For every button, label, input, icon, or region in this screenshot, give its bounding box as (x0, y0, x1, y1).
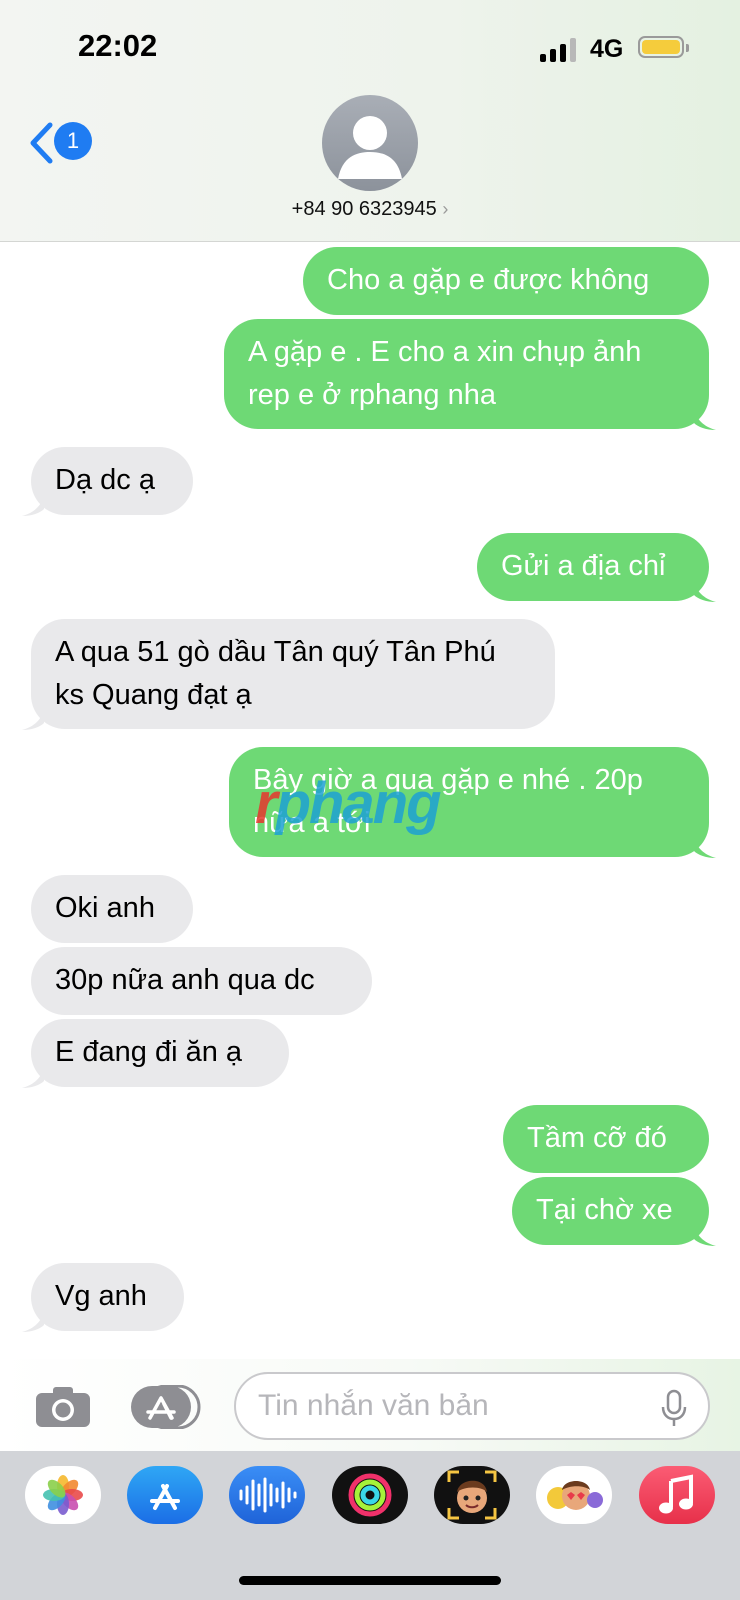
audio-message-app-button[interactable] (229, 1466, 305, 1524)
message-bubble-sent[interactable]: Bây giờ a qua gặp e nhé . 20p nữa a tới (229, 747, 709, 857)
memoji-stickers-app-button[interactable] (536, 1466, 612, 1524)
audio-message-icon (239, 1477, 297, 1513)
app-store-app-button[interactable] (127, 1466, 203, 1524)
message-bubble-received[interactable]: Oki anh (31, 875, 193, 943)
message-bubble-sent[interactable]: Gửi a địa chỉ (477, 533, 709, 601)
bubble-tail (694, 581, 716, 602)
message-bubble-received[interactable]: A qua 51 gò dầu Tân quý Tân Phú ks Quang… (31, 619, 555, 729)
contact-number: +84 90 6323945 (291, 198, 437, 220)
message-bubble-received[interactable]: E đang đi ăn ạ (31, 1019, 289, 1087)
message-bubble-received[interactable]: Dạ dc ạ (31, 447, 193, 515)
status-time: 22:02 (78, 28, 158, 63)
memoji-icon (447, 1470, 497, 1520)
bubble-tail (22, 495, 44, 516)
back-button[interactable]: 1 (28, 118, 98, 168)
message-bubble-sent[interactable]: A gặp e . E cho a xin chụp ảnh rep e ở r… (224, 319, 709, 429)
memoji-app-button[interactable] (434, 1466, 510, 1524)
message-bubble-sent[interactable]: Tại chờ xe (512, 1177, 709, 1245)
camera-icon (36, 1387, 90, 1427)
bubble-tail (694, 837, 716, 858)
battery-icon (638, 36, 689, 58)
activity-app-button[interactable] (332, 1466, 408, 1524)
message-bubble-received[interactable]: Vg anh (31, 1263, 184, 1331)
message-bubble-sent[interactable]: Cho a gặp e được không (303, 247, 709, 315)
compose-bar (0, 1359, 740, 1451)
memoji-stickers-icon (547, 1481, 603, 1510)
message-bubble-sent[interactable]: Tầm cỡ đó (503, 1105, 709, 1173)
music-app-button[interactable] (639, 1466, 715, 1524)
conversation-header: 22:02 4G 1 +84 90 6323945 › (0, 0, 740, 242)
app-store-icon (150, 1484, 180, 1510)
contact-name[interactable]: +84 90 6323945 › (0, 198, 740, 221)
bubble-tail (22, 1067, 44, 1088)
bubble-tail (694, 409, 716, 430)
chevron-right-icon: › (442, 199, 449, 219)
music-note-icon (659, 1474, 693, 1514)
bubble-tail (694, 1225, 716, 1246)
app-store-icon (131, 1384, 201, 1430)
bubble-tail (22, 709, 44, 730)
chevron-left-icon (30, 122, 53, 164)
apps-button[interactable] (131, 1384, 201, 1430)
camera-button[interactable] (34, 1385, 92, 1429)
contact-avatar[interactable] (322, 95, 418, 191)
activity-icon (348, 1473, 392, 1517)
photos-app-button[interactable] (25, 1466, 101, 1524)
message-input[interactable] (234, 1372, 710, 1440)
message-list[interactable]: Cho a gặp e được không A gặp e . E cho a… (0, 241, 740, 1359)
app-drawer (0, 1451, 740, 1600)
home-indicator[interactable] (239, 1576, 501, 1585)
bubble-tail (22, 1311, 44, 1332)
dictation-button[interactable] (660, 1389, 688, 1429)
network-type: 4G (590, 35, 624, 63)
message-bubble-received[interactable]: 30p nữa anh qua dc (31, 947, 372, 1015)
person-silhouette-icon (338, 116, 402, 179)
unread-badge: 1 (54, 122, 92, 160)
photos-icon (43, 1475, 83, 1515)
microphone-icon (661, 1389, 687, 1426)
cellular-signal-icon (540, 38, 578, 62)
